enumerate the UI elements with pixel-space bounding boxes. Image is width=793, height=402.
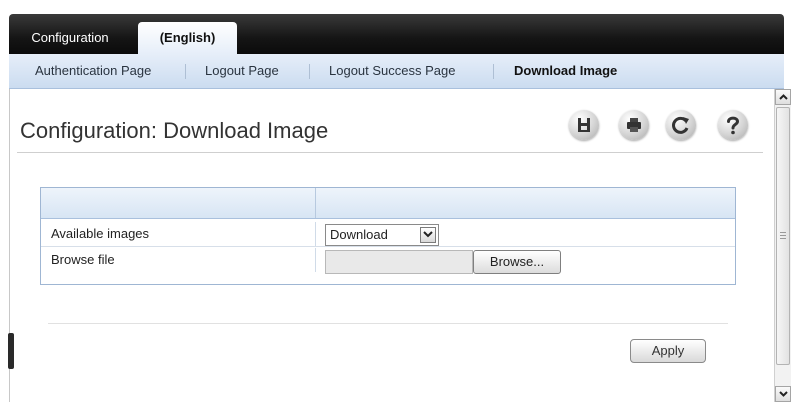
- vertical-scrollbar[interactable]: [774, 89, 791, 402]
- available-images-value: Download: [330, 227, 388, 242]
- top-strip: [0, 0, 793, 14]
- scroll-up-button[interactable]: [775, 89, 791, 105]
- header-column-divider: [315, 188, 316, 218]
- sub-navigation: Authentication Page Logout Page Logout S…: [9, 54, 784, 89]
- subnav-separator: [309, 64, 310, 79]
- refresh-icon: [672, 116, 689, 134]
- tab-english[interactable]: (English): [138, 22, 237, 54]
- dropdown-button[interactable]: [420, 227, 436, 243]
- subnav-authentication-page[interactable]: Authentication Page: [35, 54, 151, 88]
- apply-button[interactable]: Apply: [630, 339, 706, 363]
- cell-divider: [315, 248, 316, 272]
- top-tab-bar: Configuration (English): [9, 14, 784, 54]
- file-path-field[interactable]: [325, 250, 473, 274]
- title-divider: [17, 152, 763, 153]
- print-icon: [627, 118, 641, 132]
- save-button[interactable]: [569, 110, 599, 140]
- scroll-down-button[interactable]: [775, 386, 791, 402]
- page-title: Configuration: Download Image: [20, 118, 329, 143]
- table-row: Available images Download: [41, 222, 735, 247]
- download-image-panel: Available images Download Browse file Br…: [40, 187, 736, 285]
- help-button[interactable]: [718, 110, 748, 140]
- chevron-down-icon: [779, 391, 788, 397]
- subnav-logout-page[interactable]: Logout Page: [205, 54, 279, 88]
- available-images-select[interactable]: Download: [325, 224, 439, 246]
- refresh-button[interactable]: [666, 110, 696, 140]
- subnav-download-image[interactable]: Download Image: [514, 54, 617, 88]
- subnav-logout-success-page[interactable]: Logout Success Page: [329, 54, 455, 88]
- scroll-grip: [780, 232, 786, 240]
- help-icon: [727, 116, 740, 135]
- footer-divider: [48, 323, 728, 324]
- cell-divider: [315, 222, 316, 246]
- browse-button[interactable]: Browse...: [473, 250, 561, 274]
- chevron-up-icon: [779, 94, 788, 100]
- panel-header: [41, 188, 735, 219]
- tab-configuration[interactable]: Configuration: [17, 22, 123, 54]
- save-icon: [578, 118, 590, 132]
- chevron-down-icon: [423, 231, 433, 238]
- scroll-thumb[interactable]: [776, 107, 790, 365]
- available-images-label: Available images: [51, 226, 150, 241]
- print-button[interactable]: [619, 110, 649, 140]
- subnav-separator: [185, 64, 186, 79]
- browse-file-label: Browse file: [51, 252, 115, 267]
- subnav-separator: [493, 64, 494, 79]
- side-panel-handle[interactable]: [8, 333, 14, 369]
- table-row: Browse file Browse...: [41, 248, 735, 274]
